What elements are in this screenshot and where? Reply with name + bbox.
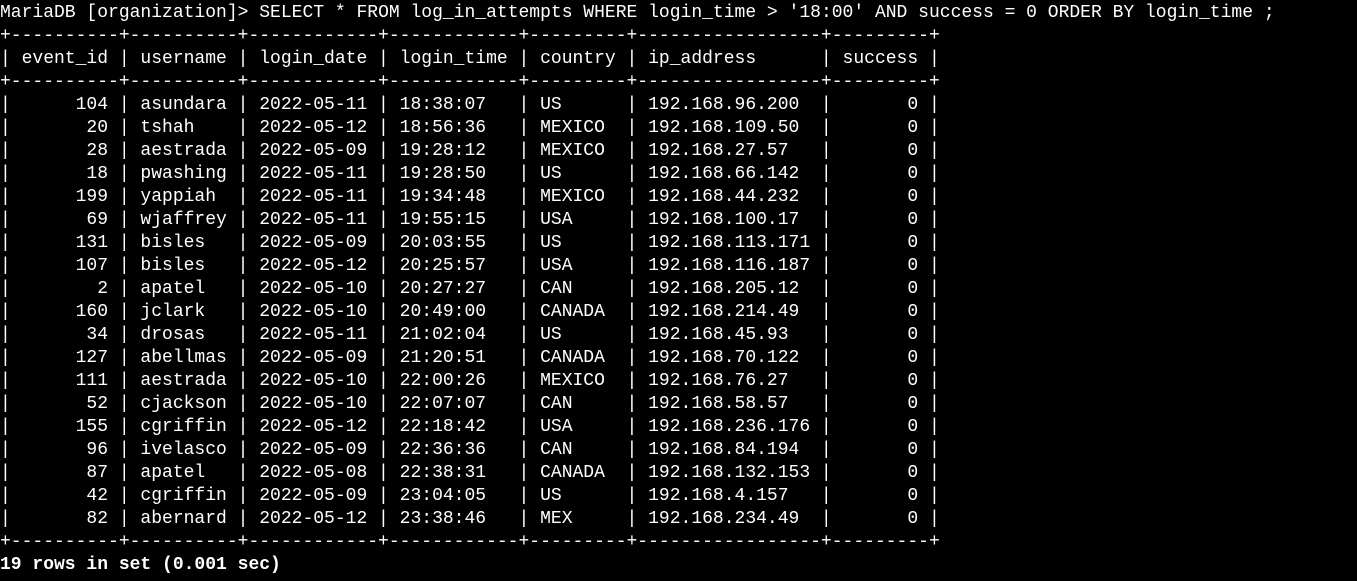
table-row: | 107 | bisles | 2022-05-12 | 20:25:57 |… bbox=[0, 256, 940, 276]
table-row: | 34 | drosas | 2022-05-11 | 21:02:04 | … bbox=[0, 325, 940, 345]
table-row: | 52 | cjackson | 2022-05-10 | 22:07:07 … bbox=[0, 394, 940, 414]
result-summary: 19 rows in set (0.001 sec) bbox=[0, 555, 281, 575]
prompt: MariaDB [organization]> bbox=[0, 3, 260, 23]
table-row: | 42 | cgriffin | 2022-05-09 | 23:04:05 … bbox=[0, 486, 940, 506]
table-header-row: | event_id | username | login_date | log… bbox=[0, 49, 940, 69]
result-table: +----------+----------+------------+----… bbox=[0, 25, 1357, 554]
table-border: +----------+----------+------------+----… bbox=[0, 532, 940, 552]
table-row: | 199 | yappiah | 2022-05-11 | 19:34:48 … bbox=[0, 187, 940, 207]
sql-command: SELECT * FROM log_in_attempts WHERE logi… bbox=[259, 3, 1275, 23]
table-border: +----------+----------+------------+----… bbox=[0, 26, 940, 46]
table-row: | 111 | aestrada | 2022-05-10 | 22:00:26… bbox=[0, 371, 940, 391]
table-row: | 104 | asundara | 2022-05-11 | 18:38:07… bbox=[0, 95, 940, 115]
table-row: | 127 | abellmas | 2022-05-09 | 21:20:51… bbox=[0, 348, 940, 368]
table-row: | 20 | tshah | 2022-05-12 | 18:56:36 | M… bbox=[0, 118, 940, 138]
terminal-window[interactable]: MariaDB [organization]> SELECT * FROM lo… bbox=[0, 0, 1357, 581]
table-row: | 69 | wjaffrey | 2022-05-11 | 19:55:15 … bbox=[0, 210, 940, 230]
table-row: | 96 | ivelasco | 2022-05-09 | 22:36:36 … bbox=[0, 440, 940, 460]
table-row: | 160 | jclark | 2022-05-10 | 20:49:00 |… bbox=[0, 302, 940, 322]
table-row: | 18 | pwashing | 2022-05-11 | 19:28:50 … bbox=[0, 164, 940, 184]
table-border: +----------+----------+------------+----… bbox=[0, 72, 940, 92]
table-row: | 155 | cgriffin | 2022-05-12 | 22:18:42… bbox=[0, 417, 940, 437]
table-row: | 82 | abernard | 2022-05-12 | 23:38:46 … bbox=[0, 509, 940, 529]
table-row: | 2 | apatel | 2022-05-10 | 20:27:27 | C… bbox=[0, 279, 940, 299]
table-row: | 131 | bisles | 2022-05-09 | 20:03:55 |… bbox=[0, 233, 940, 253]
table-row: | 28 | aestrada | 2022-05-09 | 19:28:12 … bbox=[0, 141, 940, 161]
table-row: | 87 | apatel | 2022-05-08 | 22:38:31 | … bbox=[0, 463, 940, 483]
command-line[interactable]: MariaDB [organization]> SELECT * FROM lo… bbox=[0, 2, 1357, 25]
